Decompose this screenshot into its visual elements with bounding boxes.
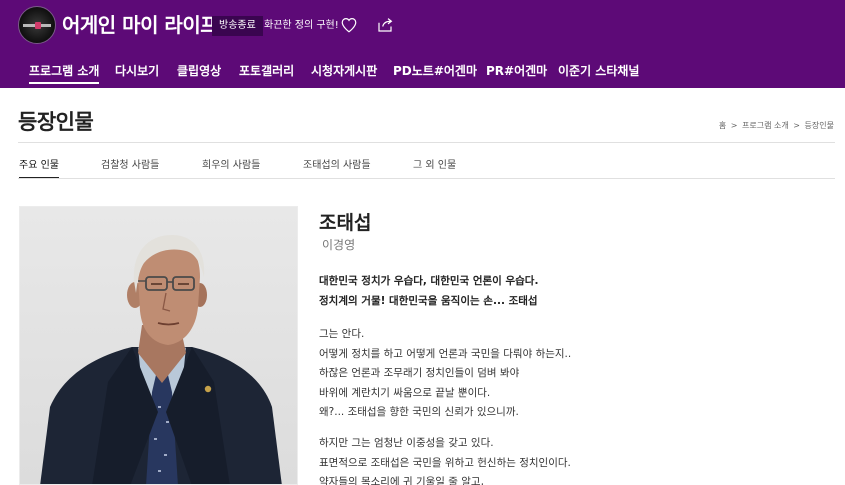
nav-star-channel[interactable]: 이준기 스타채널 [558,60,639,82]
description-line: 하지만 그는 엄청난 이중성을 갖고 있다. [319,437,494,449]
breadcrumb-separator: > [730,121,738,130]
description-line: 그는 안다. [319,328,365,340]
nav-program-intro[interactable]: 프로그램 소개 [29,60,100,84]
breadcrumb-separator: > [793,121,800,130]
nav-pr[interactable]: PR#어겐마 [486,60,547,82]
actor-name: 이경영 [322,238,356,252]
description-line: 바위에 계란치기 싸움으로 끝날 뿐이다. [319,386,491,399]
share-icon[interactable] [376,16,394,34]
divider [18,178,835,179]
heart-icon[interactable] [340,16,358,34]
program-title[interactable]: 어게인 마이 라이프 [62,12,219,38]
nav-clips[interactable]: 클립영상 [177,60,221,82]
tab-jotaesub-people[interactable]: 조태섭의 사람들 [303,156,371,171]
broadcast-status-badge: 방송종료 [212,16,263,36]
description-line: 하잖은 언론과 조무래기 정치인들이 덤벼 봐야 [319,367,520,379]
page-title: 등장인물 [18,110,94,134]
character-description: 하지만 그는 엄청난 이중성을 갖고 있다. 표면적으로 조태섭은 국민을 위하… [319,434,819,485]
breadcrumb: 홈 > 프로그램 소개 > 등장인물 [719,120,834,131]
character-headline: 대한민국 정치가 우습다, 대한민국 언론이 우습다. 정치계의 거물! 대한민… [319,272,819,311]
breadcrumb-home[interactable]: 홈 [719,121,726,130]
character-name: 조태섭 [319,212,372,234]
tab-prosecutors-office[interactable]: 검찰청 사람들 [101,156,159,171]
nav-replay[interactable]: 다시보기 [115,60,159,82]
description-line: 약자들의 목소리에 귀 기울일 줄 알고, [319,476,484,485]
description-line: 왜?... 조태섭을 향한 국민의 신뢰가 있으니까. [319,406,519,418]
character-description: 그는 안다. 어떻게 정치를 하고 어떻게 언론과 국민을 다뤄야 하는지.. … [319,325,819,423]
breadcrumb-current: 등장인물 [804,121,834,130]
nav-viewer-board[interactable]: 시청자게시판 [311,60,377,82]
program-header: 어게인 마이 라이프 방송종료 화끈한 정의 구현! 프로그램 소개 다시보기 … [0,0,845,88]
headline-line: 정치계의 거물! 대한민국을 움직이는 손... 조태섭 [319,294,538,307]
tab-other-characters[interactable]: 그 외 인물 [413,156,456,171]
nav-pd-note[interactable]: PD노트#어겐마 [393,60,477,82]
tab-heewoo-people[interactable]: 희우의 사람들 [202,156,260,171]
breadcrumb-program-intro[interactable]: 프로그램 소개 [742,121,789,130]
description-line: 어떻게 정치를 하고 어떻게 언론과 국민을 다뤄야 하는지.. [319,347,572,360]
headline-line: 대한민국 정치가 우습다, 대한민국 언론이 우습다. [319,275,539,287]
program-logo-icon[interactable] [18,6,56,44]
nav-photo-gallery[interactable]: 포토갤러리 [239,60,294,82]
character-portrait-image [40,235,282,484]
tab-main-characters[interactable]: 주요 인물 [19,156,59,179]
program-tagline: 화끈한 정의 구현! [264,20,339,31]
divider [18,142,835,143]
description-line: 표면적으로 조태섭은 국민을 위하고 헌신하는 정치인이다. [319,456,571,469]
character-portrait [19,206,298,485]
